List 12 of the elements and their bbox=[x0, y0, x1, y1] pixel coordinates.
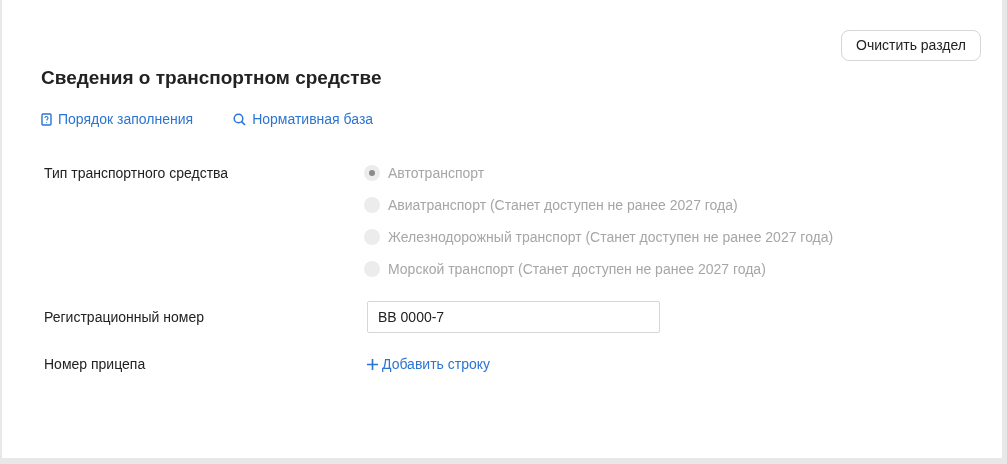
help-book-icon bbox=[41, 112, 52, 126]
plus-icon bbox=[367, 359, 378, 370]
clear-section-button[interactable]: Очистить раздел bbox=[841, 30, 982, 61]
registration-number-field[interactable]: ВВ 0000-7 bbox=[367, 301, 660, 333]
section-title: Сведения о транспортном средстве bbox=[41, 66, 383, 90]
filling-guide-link[interactable]: Порядок заполнения bbox=[41, 108, 194, 130]
regulatory-base-link[interactable]: Нормативная база bbox=[233, 108, 374, 130]
field-label: Тип транспортного средства bbox=[43, 164, 230, 183]
field-label: Регистрационный номер bbox=[43, 307, 205, 327]
field-label: Номер прицепа bbox=[43, 355, 147, 374]
add-row-link[interactable]: Добавить строку bbox=[367, 354, 491, 375]
search-icon bbox=[233, 112, 247, 126]
